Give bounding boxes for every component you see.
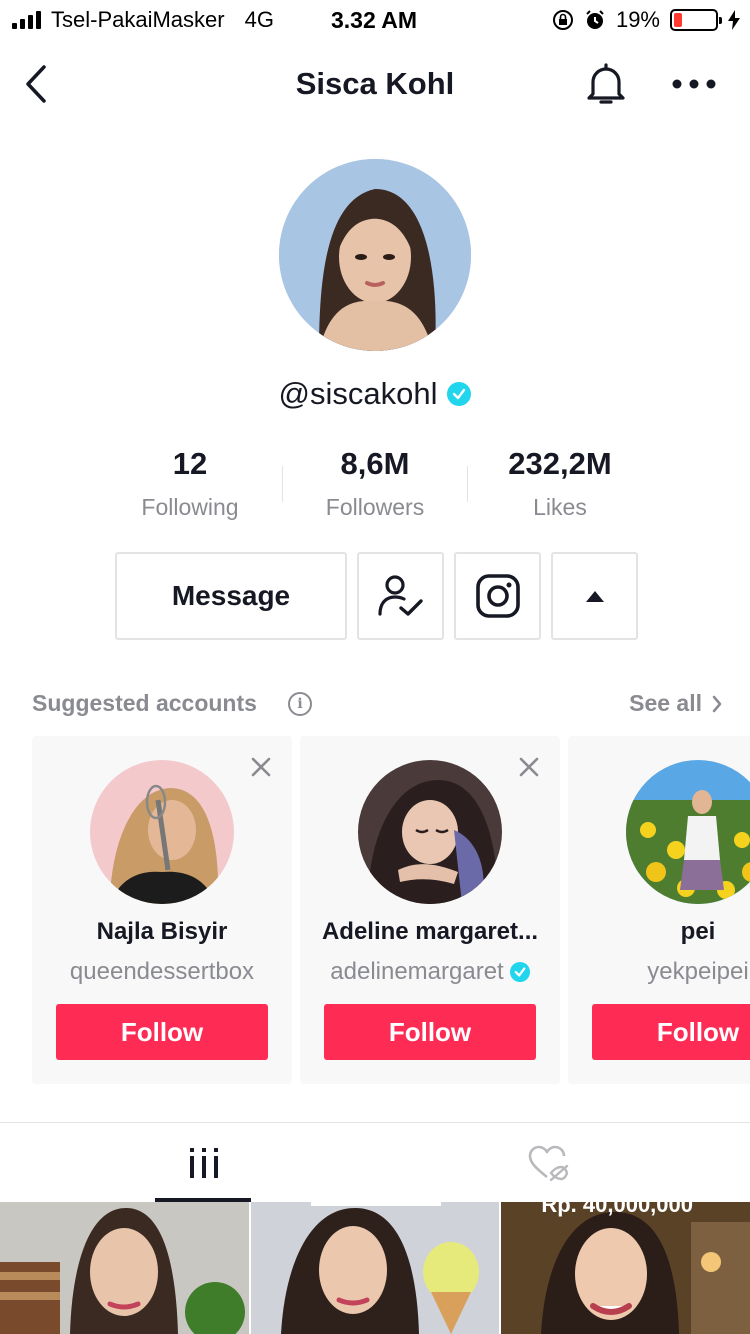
status-left: Tsel-PakaiMasker 4G bbox=[12, 7, 274, 33]
suggested-accounts-carousel[interactable]: Najla Bisyir queendessertbox Follow Adel… bbox=[32, 736, 750, 1084]
follow-button[interactable]: Follow bbox=[592, 1004, 750, 1060]
caret-up-icon bbox=[585, 591, 604, 602]
info-icon[interactable]: i bbox=[288, 692, 312, 716]
suggested-handle: yekpeipei bbox=[568, 958, 750, 986]
toggle-suggestions-button[interactable] bbox=[551, 552, 638, 640]
follow-button[interactable]: Follow bbox=[324, 1004, 536, 1060]
dismiss-icon[interactable] bbox=[518, 756, 540, 778]
stat-followers[interactable]: 8,6M Followers bbox=[283, 446, 467, 526]
instagram-icon bbox=[475, 574, 520, 618]
status-right: 19% bbox=[552, 7, 740, 33]
network-type: 4G bbox=[244, 7, 274, 32]
suggested-avatar[interactable] bbox=[90, 760, 234, 904]
avatar-portrait bbox=[279, 159, 471, 351]
suggested-accounts-header: Suggested accounts i See all bbox=[32, 688, 722, 720]
suggested-name: Adeline margaret... bbox=[321, 918, 539, 945]
video-grid: Rp. 40,000,000 bbox=[0, 1202, 750, 1334]
dismiss-icon[interactable] bbox=[250, 756, 272, 778]
profile-avatar[interactable] bbox=[279, 159, 471, 351]
suggested-handle-text: yekpeipei bbox=[647, 958, 749, 985]
suggested-avatar[interactable] bbox=[358, 760, 502, 904]
message-button[interactable]: Message bbox=[115, 552, 347, 640]
stat-label: Followers bbox=[325, 494, 425, 520]
more-icon bbox=[672, 79, 716, 89]
battery-icon bbox=[670, 9, 722, 31]
charging-bolt-icon bbox=[728, 10, 740, 30]
video-thumbnail[interactable] bbox=[250, 1202, 500, 1334]
status-bar: Tsel-PakaiMasker 4G 3.32 AM 19% bbox=[0, 0, 750, 40]
suggested-handle: queendessertbox bbox=[32, 958, 292, 986]
suggested-handle-text: adelinemargaret bbox=[330, 958, 504, 985]
stat-label: Following bbox=[141, 494, 239, 520]
suggested-avatar[interactable] bbox=[626, 760, 750, 904]
bell-icon bbox=[587, 63, 625, 104]
user-check-icon bbox=[377, 575, 423, 616]
verified-badge-icon bbox=[447, 382, 472, 406]
suggested-name: pei bbox=[680, 918, 716, 945]
username-text: @siscakohl bbox=[278, 376, 438, 411]
notifications-button[interactable] bbox=[580, 58, 632, 110]
tab-liked[interactable] bbox=[360, 1123, 735, 1203]
profile-header: Sisca Kohl bbox=[0, 44, 750, 124]
stat-label: Likes bbox=[533, 494, 587, 520]
rotation-lock-icon bbox=[552, 10, 573, 30]
stat-value: 232,2M bbox=[508, 446, 612, 481]
profile-actions: Message bbox=[115, 552, 638, 640]
videos-grid-icon bbox=[189, 1148, 218, 1178]
profile-tabs bbox=[0, 1122, 750, 1202]
video-thumbnail[interactable]: Rp. 40,000,000 bbox=[501, 1202, 750, 1334]
more-button[interactable] bbox=[668, 58, 720, 110]
video-thumbnail[interactable] bbox=[0, 1202, 249, 1334]
page-title: Sisca Kohl bbox=[295, 66, 455, 101]
battery-percent: 19% bbox=[615, 7, 660, 32]
suggested-handle: adelinemargaret bbox=[300, 958, 560, 986]
stat-likes[interactable]: 232,2M Likes bbox=[468, 446, 652, 526]
profile-stats: 12 Following 8,6M Followers 232,2M Likes bbox=[98, 446, 652, 526]
video-overlay-text: Rp. 40,000,000 bbox=[541, 1202, 694, 1217]
instagram-button[interactable] bbox=[454, 552, 541, 640]
following-status-button[interactable] bbox=[357, 552, 444, 640]
suggested-account-card[interactable]: Adeline margaret... adelinemargaret Foll… bbox=[300, 736, 560, 1084]
suggested-account-card[interactable]: pei yekpeipei Follow bbox=[568, 736, 750, 1084]
see-all-label: See all bbox=[629, 690, 702, 716]
username: @siscakohl bbox=[0, 376, 750, 412]
tab-videos[interactable] bbox=[16, 1123, 391, 1203]
see-all-link[interactable]: See all bbox=[629, 690, 722, 717]
stat-value: 12 bbox=[172, 446, 208, 481]
clock: 3.32 AM bbox=[331, 7, 418, 33]
suggested-account-card[interactable]: Najla Bisyir queendessertbox Follow bbox=[32, 736, 292, 1084]
chevron-right-icon bbox=[712, 695, 722, 712]
suggested-handle-text: queendessertbox bbox=[69, 958, 255, 985]
stat-value: 8,6M bbox=[340, 446, 410, 481]
verified-badge-icon bbox=[509, 962, 530, 982]
alarm-icon bbox=[586, 10, 604, 29]
suggested-accounts-title: Suggested accounts bbox=[32, 690, 257, 716]
suggested-name: Najla Bisyir bbox=[96, 918, 228, 945]
signal-icon bbox=[12, 11, 41, 29]
follow-button[interactable]: Follow bbox=[56, 1004, 268, 1060]
stat-following[interactable]: 12 Following bbox=[98, 446, 282, 526]
liked-hidden-icon bbox=[528, 1145, 568, 1181]
carrier-name: Tsel-PakaiMasker bbox=[51, 7, 225, 32]
